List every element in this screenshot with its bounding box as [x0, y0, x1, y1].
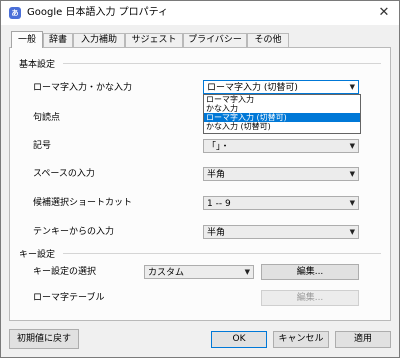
ok-button[interactable]: OK — [211, 331, 267, 348]
google-ime-icon: あ — [9, 7, 21, 19]
keymap-label: キー設定の選択 — [33, 267, 97, 277]
symbols-value: 「」・ — [207, 142, 230, 152]
key-settings-title: キー設定 — [19, 250, 56, 260]
space-input-select[interactable]: 半角 ▼ — [203, 167, 359, 181]
tenkey-select[interactable]: 半角 ▼ — [203, 225, 359, 239]
tab-suggest[interactable]: サジェスト — [125, 33, 183, 47]
tab-input-assist[interactable]: 入力補助 — [73, 33, 125, 47]
keymap-value: カスタム — [148, 268, 185, 278]
basic-settings-separator — [63, 63, 381, 64]
keymap-select[interactable]: カスタム ▼ — [144, 265, 254, 279]
chevron-down-icon: ▼ — [349, 199, 355, 207]
chevron-down-icon: ▼ — [349, 170, 355, 178]
symbols-label: 記号 — [33, 141, 52, 151]
tab-general[interactable]: 一般 — [11, 31, 43, 48]
romaji-kana-label: ローマ字入力・かな入力 — [33, 83, 133, 93]
key-settings-separator — [63, 253, 381, 254]
title-bar: あ Google 日本語入力 プロパティ ✕ — [1, 1, 399, 25]
shortcut-select[interactable]: 1 -- 9 ▼ — [203, 196, 359, 210]
romaji-kana-select[interactable]: ローマ字入力 (切替可) ▼ — [203, 80, 359, 94]
tab-other[interactable]: その他 — [247, 33, 289, 47]
dropdown-option-romaji-switchable[interactable]: ローマ字入力 (切替可) — [204, 113, 360, 122]
tab-dictionary[interactable]: 辞書 — [43, 33, 73, 47]
space-input-label: スペースの入力 — [33, 169, 95, 179]
tab-privacy[interactable]: プライバシー — [183, 33, 247, 47]
romaji-kana-dropdown: ローマ字入力 かな入力 ローマ字入力 (切替可) かな入力 (切替可) — [203, 94, 361, 134]
chevron-down-icon: ▼ — [349, 228, 355, 236]
cancel-button[interactable]: キャンセル — [273, 331, 329, 348]
dropdown-option-kana[interactable]: かな入力 — [204, 104, 360, 113]
chevron-down-icon: ▼ — [349, 142, 355, 150]
space-input-value: 半角 — [207, 170, 226, 180]
reset-defaults-button[interactable]: 初期値に戻す — [9, 329, 79, 349]
romaji-kana-value: ローマ字入力 (切替可) — [207, 83, 298, 93]
romaji-table-edit-button[interactable]: 編集... — [261, 290, 359, 306]
basic-settings-title: 基本設定 — [19, 60, 56, 70]
romaji-table-label: ローマ字テーブル — [33, 293, 105, 303]
shortcut-label: 候補選択ショートカット — [33, 198, 133, 208]
tenkey-value: 半角 — [207, 228, 226, 238]
properties-dialog: あ Google 日本語入力 プロパティ ✕ 一般 辞書 入力補助 サジェスト … — [0, 0, 400, 358]
close-icon[interactable]: ✕ — [375, 4, 393, 22]
window-title: Google 日本語入力 プロパティ — [27, 7, 169, 18]
dropdown-option-kana-switchable[interactable]: かな入力 (切替可) — [204, 122, 360, 131]
punctuation-label: 句読点 — [33, 113, 61, 123]
shortcut-value: 1 -- 9 — [207, 199, 231, 209]
keymap-edit-button[interactable]: 編集... — [261, 264, 359, 280]
chevron-down-icon: ▼ — [349, 83, 355, 91]
apply-button[interactable]: 適用 — [335, 331, 391, 348]
dropdown-option-romaji[interactable]: ローマ字入力 — [204, 95, 360, 104]
tenkey-label: テンキーからの入力 — [33, 227, 115, 237]
symbols-select[interactable]: 「」・ ▼ — [203, 139, 359, 153]
chevron-down-icon: ▼ — [244, 268, 250, 276]
